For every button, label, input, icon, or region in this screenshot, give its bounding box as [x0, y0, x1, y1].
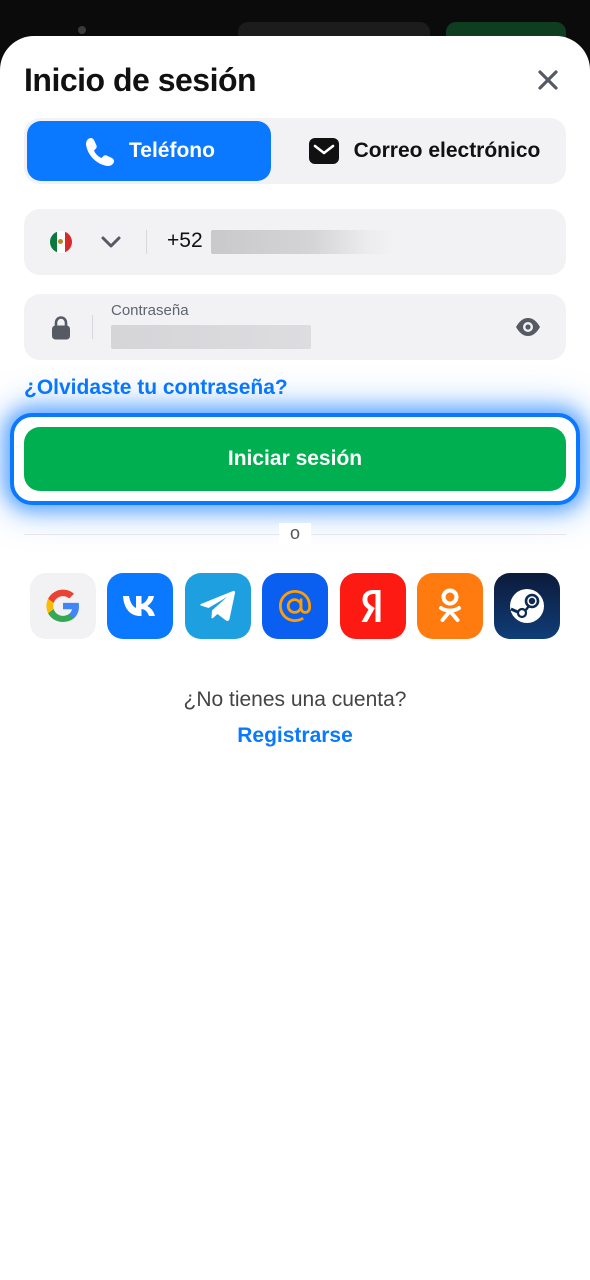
phone-field: +52	[24, 209, 566, 275]
password-label: Contraseña	[111, 302, 189, 319]
register-link[interactable]: Registrarse	[0, 724, 590, 748]
field-separator	[92, 315, 93, 339]
steam-icon	[510, 589, 544, 623]
phone-input[interactable]	[211, 230, 395, 254]
page-title: Inicio de sesión	[24, 62, 257, 98]
login-method-tabs: Teléfono Correo electrónico	[24, 118, 566, 184]
yandex-icon	[361, 590, 381, 622]
close-button[interactable]	[530, 62, 566, 98]
close-icon	[538, 70, 558, 90]
login-button-focus-ring: Iniciar sesión	[10, 413, 580, 505]
tab-email-label: Correo electrónico	[353, 139, 541, 162]
odnoklassniki-icon	[439, 588, 461, 622]
telegram-login-button[interactable]	[185, 573, 251, 639]
steam-login-button[interactable]	[494, 573, 560, 639]
mailru-login-button[interactable]	[262, 573, 328, 639]
vk-icon	[123, 596, 155, 616]
yandex-login-button[interactable]	[340, 573, 406, 639]
telegram-icon	[200, 590, 236, 621]
login-sheet: Inicio de sesión Teléfono Correo electró…	[0, 36, 590, 1280]
lock-icon	[52, 316, 70, 340]
divider-text: o	[279, 523, 311, 544]
tab-phone[interactable]: Teléfono	[27, 121, 271, 181]
google-login-button[interactable]	[30, 573, 96, 639]
envelope-icon	[308, 138, 339, 164]
google-icon	[46, 589, 79, 622]
chevron-down-icon[interactable]	[100, 231, 122, 253]
social-login-row	[30, 573, 560, 639]
password-input[interactable]	[111, 325, 311, 349]
tab-email[interactable]: Correo electrónico	[286, 121, 562, 181]
mexico-flag-icon[interactable]	[50, 231, 72, 253]
eye-icon[interactable]	[514, 314, 542, 340]
tab-phone-label: Teléfono	[129, 139, 215, 162]
vk-login-button[interactable]	[107, 573, 173, 639]
no-account-text: ¿No tienes una cuenta?	[183, 688, 407, 711]
mailru-icon	[279, 590, 311, 622]
phone-icon	[86, 138, 115, 166]
phone-prefix: +52	[167, 229, 203, 252]
password-field[interactable]: Contraseña	[24, 294, 566, 360]
forgot-password-link[interactable]: ¿Olvidaste tu contraseña?	[24, 376, 288, 400]
login-button[interactable]: Iniciar sesión	[24, 427, 566, 491]
camera-dot	[78, 26, 86, 34]
field-separator	[146, 230, 147, 254]
odnoklassniki-login-button[interactable]	[417, 573, 483, 639]
